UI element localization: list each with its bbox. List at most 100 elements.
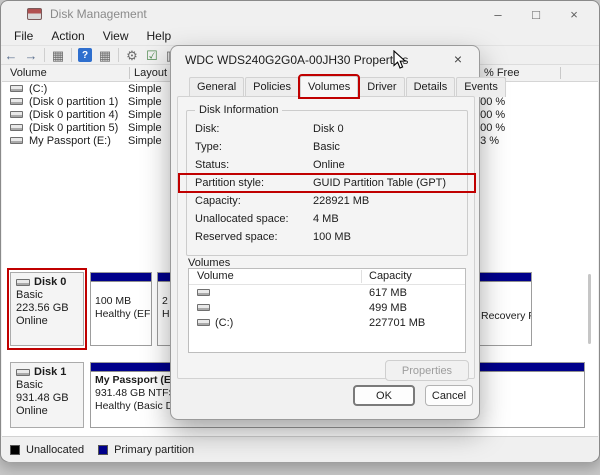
- volume-icon: [10, 137, 23, 144]
- column-header-capacity[interactable]: Capacity: [369, 270, 412, 282]
- window-title: Disk Management: [50, 7, 147, 21]
- field-label: Capacity:: [195, 195, 313, 207]
- close-button[interactable]: ×: [555, 1, 593, 27]
- field-value: 4 MB: [313, 213, 467, 225]
- disk-information-group: Disk Information Disk:Disk 0 Type:Basic …: [186, 110, 468, 256]
- dialog-volume-row[interactable]: 617 MB: [189, 285, 465, 300]
- volume-capacity: 227701 MB: [369, 317, 425, 329]
- help-icon[interactable]: ?: [78, 48, 92, 62]
- dialog-volume-row[interactable]: 499 MB: [189, 300, 465, 315]
- disk0-name: Disk 0: [34, 276, 66, 289]
- maximize-button[interactable]: □: [517, 1, 555, 27]
- column-divider[interactable]: [129, 67, 130, 79]
- volumes-table: Volume Capacity 617 MB 499 MB (C:): [188, 268, 466, 353]
- forward-icon[interactable]: →: [21, 49, 41, 62]
- volume-free: 13 %: [474, 135, 554, 147]
- dialog-tabs: General Policies Volumes Driver Details …: [189, 76, 507, 97]
- disk-information-title: Disk Information: [195, 104, 282, 116]
- back-icon[interactable]: ←: [1, 49, 21, 62]
- dialog-close-button[interactable]: ×: [441, 46, 475, 72]
- field-label: Disk:: [195, 123, 313, 135]
- column-divider[interactable]: [560, 67, 561, 79]
- menu-action[interactable]: Action: [42, 28, 93, 44]
- properties-dialog: WDC WDS240G2G0A-00JH30 Properties × Gene…: [170, 45, 480, 420]
- disk0-label[interactable]: Disk 0 Basic 223.56 GB Online: [10, 272, 84, 346]
- ok-button[interactable]: OK: [353, 385, 415, 406]
- tab-events[interactable]: Events: [456, 77, 506, 97]
- disk0-type: Basic: [16, 289, 83, 302]
- volume-icon: [10, 111, 23, 118]
- volume-icon: [197, 304, 210, 311]
- volume-name: (Disk 0 partition 5): [29, 122, 128, 134]
- mouse-cursor: [393, 50, 407, 75]
- check-list-icon[interactable]: ☑: [142, 49, 162, 62]
- volume-icon: [10, 85, 23, 92]
- menu-file[interactable]: File: [5, 28, 42, 44]
- field-value: Basic: [313, 141, 467, 153]
- titlebar: Disk Management – □ ×: [1, 1, 599, 27]
- disk1-status: Online: [16, 405, 83, 418]
- minimize-button[interactable]: –: [479, 1, 517, 27]
- tab-volumes[interactable]: Volumes: [300, 76, 358, 97]
- toolbar-separator: [118, 48, 119, 62]
- legend-primary-label: Primary partition: [114, 444, 194, 456]
- volume-properties-button: Properties: [385, 360, 469, 381]
- primary-partition-swatch: [98, 445, 108, 455]
- volumes-tab-page: Disk Information Disk:Disk 0 Type:Basic …: [177, 96, 475, 379]
- toolbar-separator: [71, 48, 72, 62]
- disk1-label[interactable]: Disk 1 Basic 931.48 GB Online: [10, 362, 84, 428]
- volume-free: 100 %: [474, 96, 554, 108]
- toolbar-separator: [44, 48, 45, 62]
- screen: Disk Management – □ × File Action View H…: [0, 0, 600, 475]
- volume-name: (C:): [29, 83, 128, 95]
- disk1-name: Disk 1: [34, 366, 66, 379]
- volume-icon: [197, 319, 210, 326]
- disk1-type: Basic: [16, 379, 83, 392]
- unallocated-swatch: [10, 445, 20, 455]
- volumes-table-header: Volume Capacity: [189, 269, 465, 285]
- field-label: Reserved space:: [195, 231, 313, 243]
- dialog-volume-row[interactable]: (C:) 227701 MB: [189, 315, 465, 330]
- volume-icon: [197, 289, 210, 296]
- volume-name: (Disk 0 partition 1): [29, 96, 128, 108]
- disk-icon: [16, 279, 30, 286]
- window-controls: – □ ×: [479, 1, 593, 27]
- legend-unallocated-label: Unallocated: [26, 444, 84, 456]
- volume-icon: [10, 98, 23, 105]
- field-value: Disk 0: [313, 123, 467, 135]
- field-label: Unallocated space:: [195, 213, 313, 225]
- menu-view[interactable]: View: [94, 28, 138, 44]
- field-value: 228921 MB: [313, 195, 467, 207]
- primary-partition-band: [91, 273, 151, 282]
- disk1-size: 931.48 GB: [16, 392, 83, 405]
- tool-icon[interactable]: ⚙: [122, 49, 142, 62]
- volume-free: 100 %: [474, 122, 554, 134]
- app-icon: [27, 8, 42, 20]
- field-label: Partition style:: [195, 177, 313, 189]
- volume-name: My Passport (E:): [29, 135, 128, 147]
- menubar: File Action View Help: [1, 27, 599, 45]
- disk0-status: Online: [16, 315, 83, 328]
- field-label: Status:: [195, 159, 313, 171]
- cancel-button[interactable]: Cancel: [425, 385, 473, 406]
- volume-name: (Disk 0 partition 4): [29, 109, 128, 121]
- tab-driver[interactable]: Driver: [359, 77, 404, 97]
- column-divider: [361, 270, 362, 283]
- volume-capacity: 617 MB: [369, 287, 407, 299]
- column-header-volume[interactable]: Volume: [10, 67, 47, 79]
- disk0-partition-efi[interactable]: 100 MB Healthy (EFI S: [90, 272, 152, 346]
- pane-scrollbar[interactable]: [588, 274, 591, 344]
- menu-help[interactable]: Help: [138, 28, 181, 44]
- console-tree-icon[interactable]: ▦: [48, 49, 68, 62]
- tab-general[interactable]: General: [189, 77, 244, 97]
- legend-bar: Unallocated Primary partition: [2, 436, 598, 462]
- column-header-volume[interactable]: Volume: [197, 270, 234, 282]
- properties-grid-icon[interactable]: ▦: [95, 49, 115, 62]
- tab-details[interactable]: Details: [406, 77, 456, 97]
- tab-policies[interactable]: Policies: [245, 77, 299, 97]
- volume-icon: [10, 124, 23, 131]
- column-header-layout[interactable]: Layout: [134, 67, 167, 79]
- volume-capacity: 499 MB: [369, 302, 407, 314]
- partition-label: Recovery P: [481, 310, 531, 323]
- disk0-size: 223.56 GB: [16, 302, 83, 315]
